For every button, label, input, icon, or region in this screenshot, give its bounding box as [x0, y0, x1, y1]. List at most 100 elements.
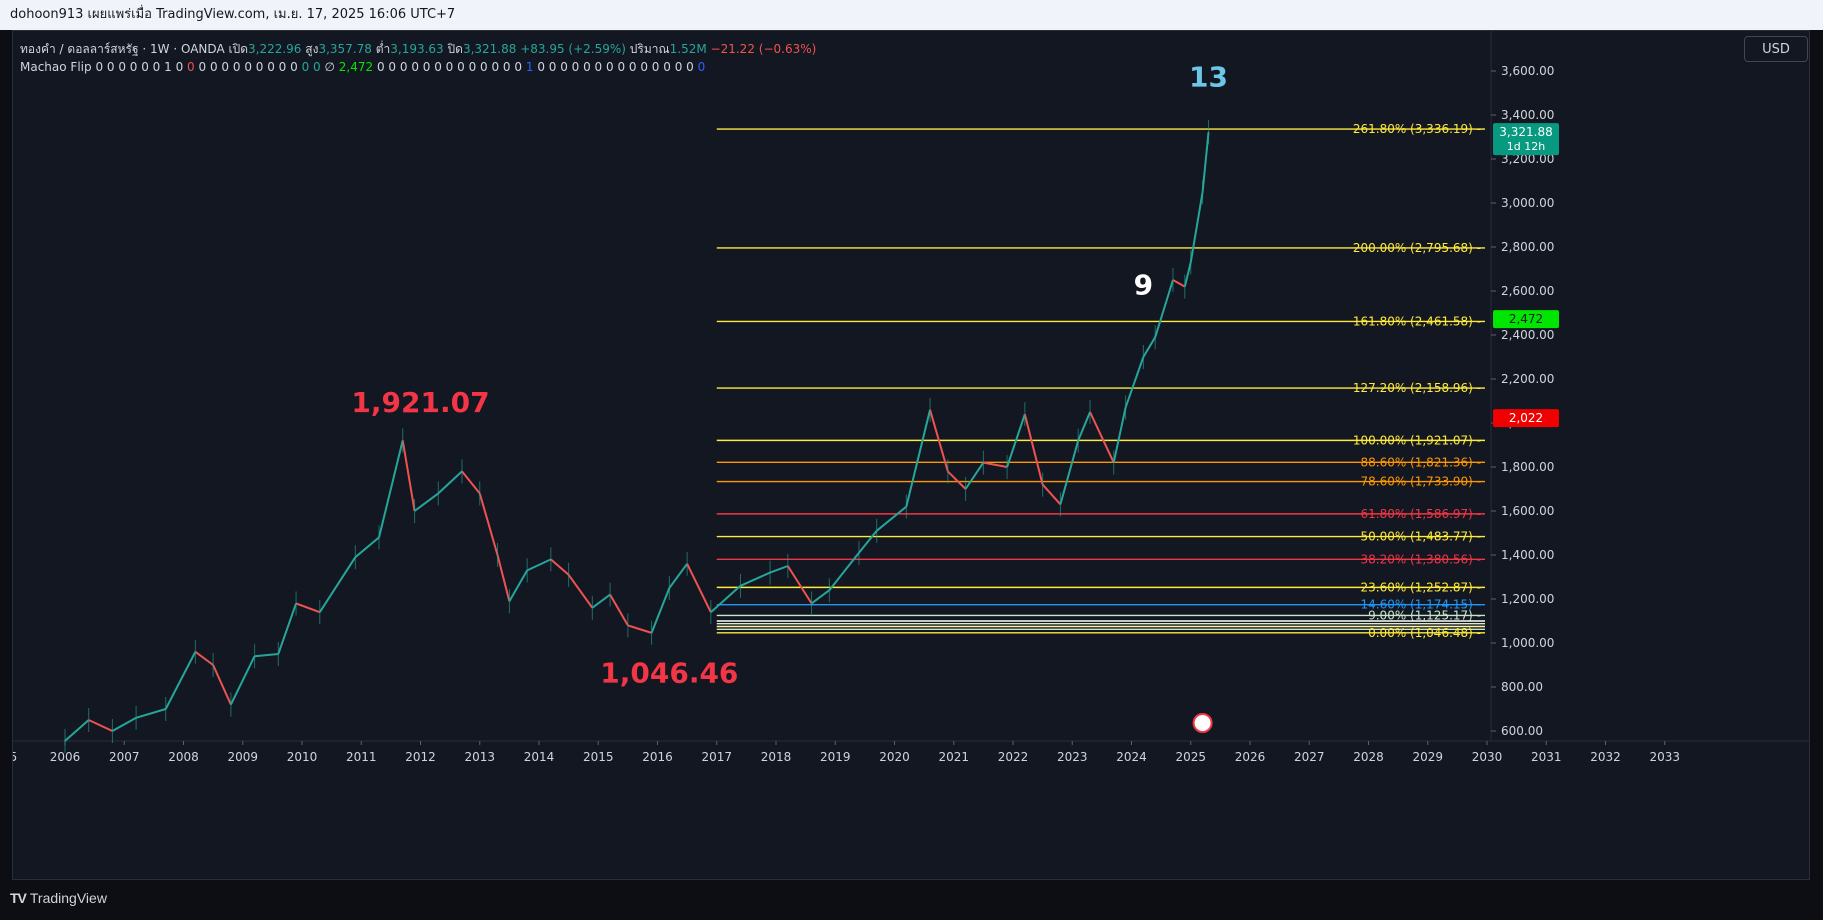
time-tick-label: 2024	[1116, 750, 1147, 764]
price-segment	[1172, 279, 1186, 288]
change-value: +83.95 (+2.59%)	[520, 42, 626, 56]
time-tick-label: 2010	[287, 750, 318, 764]
price-segment	[526, 558, 552, 572]
indicator-value-main: 2,472	[338, 60, 374, 74]
time-tick-label: 2013	[464, 750, 495, 764]
price-segment	[401, 440, 416, 512]
price-label-countdown: 1d 12h	[1507, 140, 1545, 153]
time-tick-label: 2018	[761, 750, 792, 764]
price-segment	[627, 624, 652, 634]
time-tick-label: 2019	[820, 750, 851, 764]
price-segment	[964, 462, 985, 490]
time-tick-label: 2017	[701, 750, 732, 764]
price-label-text: 3,321.88	[1499, 125, 1552, 139]
indicator-value-null: ∅	[324, 60, 335, 74]
price-tick-label: 2,200.00	[1501, 372, 1554, 386]
price-segment	[194, 650, 214, 666]
price-label-text: 2,022	[1509, 411, 1543, 425]
price-tick-label: 3,400.00	[1501, 108, 1554, 122]
price-segment	[905, 409, 932, 507]
open-label: เปิด	[228, 42, 248, 56]
price-segment	[1077, 411, 1091, 441]
footer-bar: TV TradingView	[0, 880, 1823, 920]
price-tick-label: 1,200.00	[1501, 592, 1554, 606]
chart-annotation: 1,921.07	[351, 386, 489, 419]
price-segment	[378, 440, 404, 538]
us-flag-event-icon	[1192, 713, 1213, 733]
price-tick-label: 1,000.00	[1501, 636, 1554, 650]
time-tick-label: 2029	[1412, 750, 1443, 764]
price-segment	[1124, 356, 1145, 408]
indicator-value-green2: 0	[313, 60, 321, 74]
price-segment	[212, 664, 232, 706]
time-tick-label: 2007	[109, 750, 140, 764]
close-value: 3,321.88	[462, 42, 517, 56]
price-tick-label: 1,600.00	[1501, 504, 1554, 518]
price-segment	[740, 571, 771, 587]
indicator-legend: Machao Flip 0 0 0 0 0 0 1 0 0 0 0 0 0 0 …	[20, 60, 705, 74]
price-segment	[413, 492, 439, 512]
price-tick-label: 2,600.00	[1501, 284, 1554, 298]
price-segment	[295, 602, 321, 614]
price-segment	[1023, 413, 1044, 485]
symbol-name[interactable]: ทองคำ / ดอลลาร์สหรัฐ · 1W · OANDA	[20, 42, 225, 56]
price-segment	[437, 470, 463, 495]
price-segment	[1112, 407, 1127, 463]
chart-pane[interactable]: 600.00 800.00 1,000.00 1,200.00 1,400.00 1,60…	[12, 30, 1810, 880]
fib-level-label: 50.00% (1,483.77) -	[1360, 530, 1481, 544]
price-tick-label: 3,600.00	[1501, 64, 1554, 78]
currency-button[interactable]: USD	[1744, 36, 1808, 62]
indicator-value-blue2: 0	[697, 60, 706, 74]
low-label: ต่ำ	[375, 42, 391, 56]
chart-annotation: 13	[1189, 60, 1228, 93]
time-tick-label: 2011	[346, 750, 377, 764]
indicator-values-a: 0 0 0 0 0 0 1 0	[95, 60, 184, 74]
close-label: ปิด	[447, 42, 463, 56]
fib-level-label: 261.80% (3,336.19) -	[1353, 122, 1481, 136]
price-segment	[64, 719, 90, 742]
price-segment	[478, 493, 499, 556]
chart-annotation: 9	[1134, 268, 1153, 301]
price-segment	[277, 603, 298, 655]
indicator-name[interactable]: Machao Flip	[20, 60, 92, 74]
price-segment	[508, 569, 529, 602]
price-segment	[609, 594, 629, 626]
price-segment	[135, 708, 167, 719]
brand-name: TradingView	[29, 890, 107, 906]
tradingview-logo[interactable]: TV TradingView	[10, 890, 107, 906]
publish-info-text: dohoon913 เผยแพร่เมื่อ TradingView.com, …	[10, 7, 456, 22]
price-segment	[550, 558, 570, 576]
price-segment	[318, 556, 357, 613]
time-tick-label: 2027	[1294, 750, 1325, 764]
indicator-values-b: 0 0 0 0 0 0 0 0 0	[198, 60, 298, 74]
time-tick-label: 2020	[879, 750, 910, 764]
price-segment	[354, 536, 380, 558]
fib-level-label: 200.00% (2,795.68) -	[1353, 241, 1481, 255]
price-segment	[787, 565, 813, 604]
price-segment	[1189, 191, 1204, 263]
time-tick-label: 2009	[227, 750, 258, 764]
indicator-value-green1: 0	[301, 60, 310, 74]
price-segment	[1142, 336, 1157, 358]
price-chart[interactable]: 600.00 800.00 1,000.00 1,200.00 1,400.00 1,60…	[13, 31, 1809, 879]
indicator-value-red: 0	[187, 60, 195, 74]
price-segment	[496, 554, 511, 602]
high-value: 3,357.78	[318, 42, 372, 56]
price-segment	[1201, 132, 1210, 193]
time-tick-label: 2014	[524, 750, 555, 764]
price-segment	[650, 587, 671, 634]
open-value: 3,222.96	[248, 42, 302, 56]
price-segment	[1183, 262, 1192, 287]
time-tick-label: 2021	[938, 750, 969, 764]
price-segment	[983, 461, 1008, 468]
price-segment	[230, 655, 256, 706]
price-segment	[88, 719, 113, 732]
publish-info-bar: dohoon913 เผยแพร่เมื่อ TradingView.com, …	[0, 0, 1823, 30]
price-segment	[1041, 483, 1062, 506]
price-segment	[828, 552, 860, 591]
time-tick-label: 2016	[642, 750, 673, 764]
time-tick-label: 2030	[1472, 750, 1503, 764]
fib-level-label: 127.20% (2,158.96) -	[1353, 381, 1481, 395]
price-tick-label: 1,400.00	[1501, 548, 1554, 562]
time-tick-label: 2022	[998, 750, 1029, 764]
